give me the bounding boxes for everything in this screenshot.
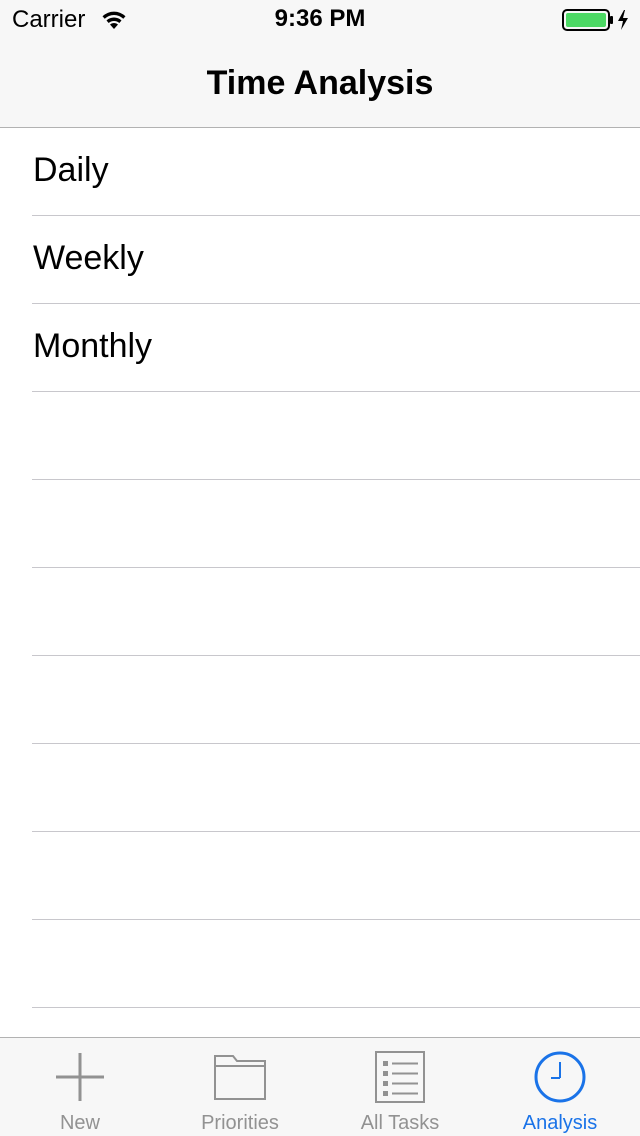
list-item-label: Daily [33, 151, 109, 189]
empty-row [32, 1008, 640, 1037]
empty-row [32, 392, 640, 480]
tab-analysis[interactable]: Analysis [480, 1038, 640, 1136]
status-bar: Carrier 9:36 PM [0, 0, 640, 40]
tab-label: Priorities [201, 1112, 279, 1134]
folder-icon [214, 1055, 266, 1100]
plus-icon [56, 1053, 104, 1101]
list-item-weekly[interactable]: Weekly [32, 216, 640, 304]
tab-label: Analysis [522, 1112, 598, 1134]
empty-row [32, 480, 640, 568]
list-item-monthly[interactable]: Monthly [32, 304, 640, 392]
tab-new[interactable]: New [0, 1038, 160, 1136]
page-title: Time Analysis [206, 64, 434, 102]
list-item-label: Weekly [33, 239, 144, 277]
list-item-daily[interactable]: Daily [32, 128, 640, 216]
list-icon [375, 1051, 425, 1103]
empty-row [32, 568, 640, 656]
clock-icon [534, 1051, 586, 1103]
screen: Carrier 9:36 PM Time Analysis Daily Week… [0, 0, 640, 1136]
empty-row [32, 656, 640, 744]
battery-charging-icon [562, 9, 628, 31]
empty-row [32, 832, 640, 920]
time-analysis-list: Daily Weekly Monthly [0, 128, 640, 1037]
status-time: 9:36 PM [274, 5, 366, 32]
tab-all-tasks[interactable]: All Tasks [320, 1038, 480, 1136]
tab-label: New [59, 1112, 100, 1134]
top-bar: Carrier 9:36 PM Time Analysis [0, 0, 640, 128]
empty-row [32, 920, 640, 1008]
tab-bar: New Priorities All Tasks Analysis [0, 1037, 640, 1136]
tab-label: All Tasks [360, 1112, 440, 1134]
list-item-label: Monthly [33, 327, 153, 365]
empty-row [32, 744, 640, 832]
tab-priorities[interactable]: Priorities [160, 1038, 320, 1136]
